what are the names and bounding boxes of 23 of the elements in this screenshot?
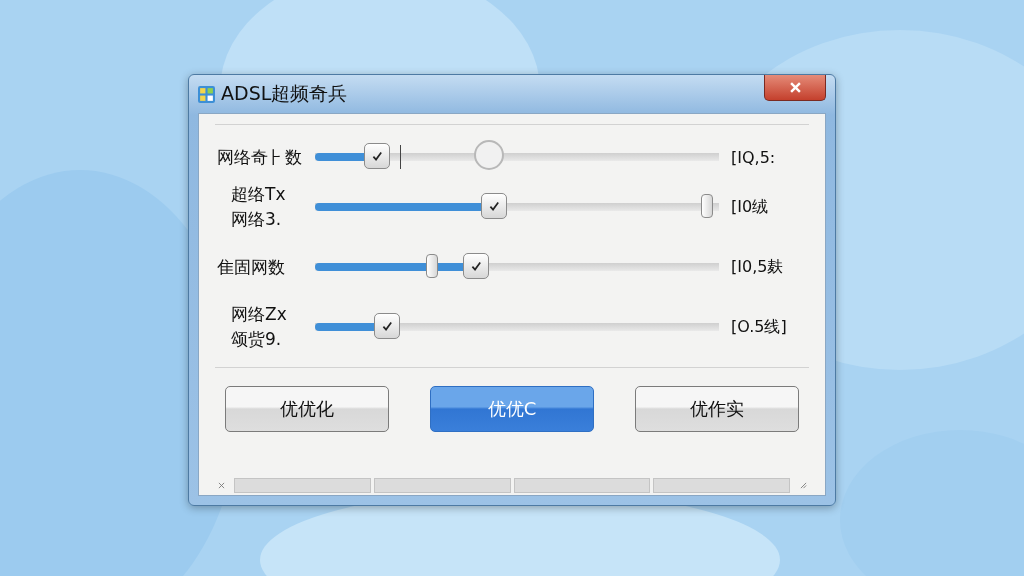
- ring-marker[interactable]: [473, 140, 504, 170]
- close-button[interactable]: [764, 75, 826, 101]
- slider-thumb[interactable]: [462, 253, 489, 279]
- close-icon: [789, 82, 801, 93]
- resize-grip-icon: [799, 481, 807, 489]
- slider-thumb[interactable]: [480, 193, 507, 219]
- slider-label: 网络奇⺊数: [216, 145, 303, 169]
- slider-label: 隹固网数: [216, 255, 286, 279]
- range-label: [O.5线]: [731, 316, 787, 338]
- app-icon: [198, 85, 215, 103]
- close-icon: [217, 481, 225, 489]
- slider-label: 超络Tx 网络3.: [230, 183, 287, 231]
- slider-label: 网络Zx 颂赀9.: [230, 303, 288, 351]
- action-button[interactable]: 优优化: [225, 386, 389, 432]
- range-label: [I0,5麸: [731, 256, 784, 278]
- slider-handle[interactable]: [700, 194, 713, 218]
- window-title: ADSL超频奇兵: [221, 81, 348, 106]
- slider-thumb[interactable]: [363, 143, 390, 169]
- action-button[interactable]: 优作实: [635, 386, 799, 432]
- slider-handle[interactable]: [426, 254, 439, 278]
- slider-thumb[interactable]: [373, 313, 400, 339]
- range-label: [IQ,5:: [731, 147, 776, 167]
- range-label: [I0绒: [731, 196, 769, 218]
